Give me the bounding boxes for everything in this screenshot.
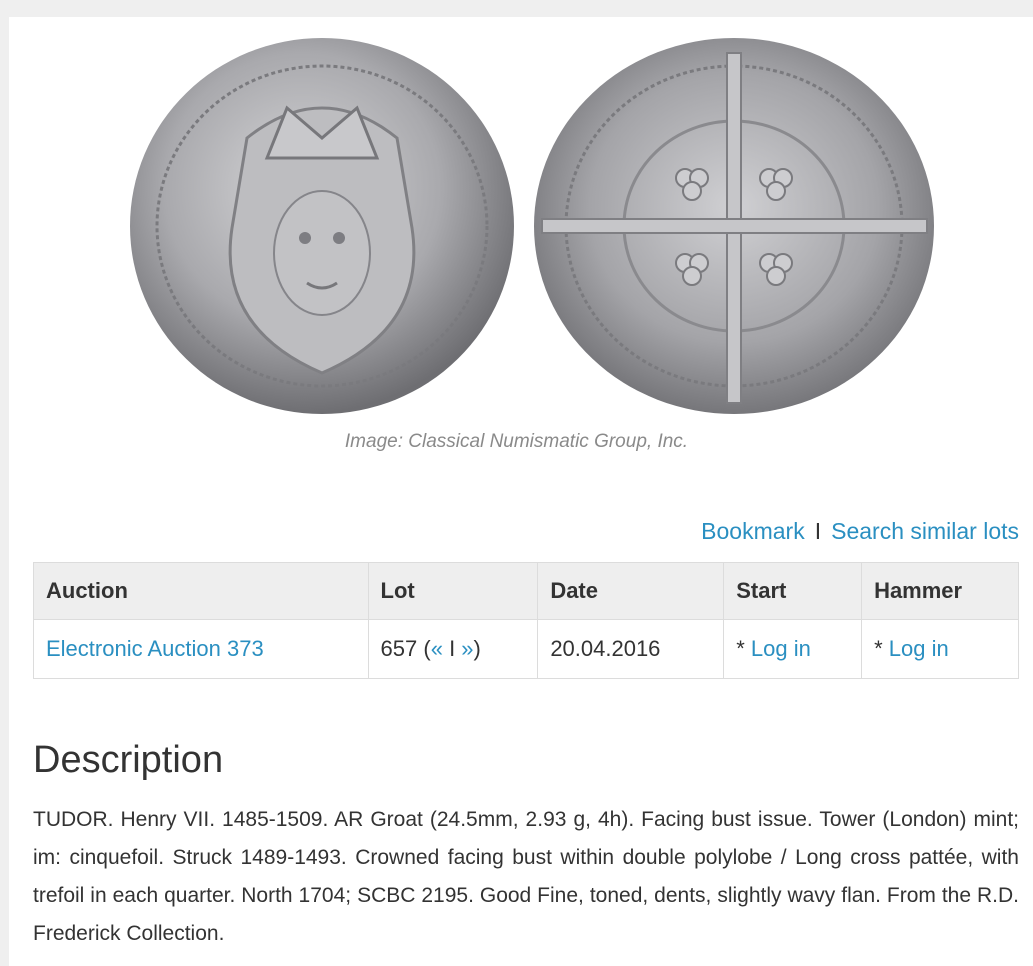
lot-number: 657 ( <box>380 636 431 661</box>
next-lot-link[interactable]: » <box>461 636 473 661</box>
actions-separator: I <box>814 518 822 544</box>
column-header-auction: Auction <box>33 562 369 620</box>
hammer-login-link[interactable]: Log in <box>889 636 949 661</box>
column-header-hammer: Hammer <box>861 562 1019 620</box>
auction-lot-table: Auction Lot Date Start Hammer Electronic… <box>33 562 1019 679</box>
description-text: TUDOR. Henry VII. 1485-1509. AR Groat (2… <box>33 808 1019 945</box>
column-header-lot: Lot <box>367 562 539 620</box>
auction-link[interactable]: Electronic Auction 373 <box>46 636 264 661</box>
coin-obverse <box>130 38 514 414</box>
coin-photo[interactable] <box>127 28 939 424</box>
description-heading: Description <box>33 739 224 781</box>
coin-reverse <box>534 38 934 414</box>
start-asterisk: * <box>736 636 751 661</box>
column-header-start: Start <box>723 562 863 620</box>
table-row: Electronic Auction 373 657 (« I ») 20.04… <box>33 619 1019 679</box>
lot-nav-separator: I <box>442 636 462 661</box>
cell-hammer: * Log in <box>861 619 1019 679</box>
bookmark-link[interactable]: Bookmark <box>701 518 805 544</box>
image-caption: Image: Classical Numismatic Group, Inc. <box>344 431 689 452</box>
previous-lot-link[interactable]: « <box>431 636 443 661</box>
table-header-row: Auction Lot Date Start Hammer <box>33 562 1019 620</box>
lot-close-paren: ) <box>473 636 481 661</box>
cell-start: * Log in <box>723 619 863 679</box>
cell-auction: Electronic Auction 373 <box>33 619 369 679</box>
cell-lot: 657 (« I ») <box>367 619 539 679</box>
column-header-date: Date <box>537 562 725 620</box>
cell-date: 20.04.2016 <box>537 619 725 679</box>
start-login-link[interactable]: Log in <box>751 636 811 661</box>
lot-actions: Bookmark I Search similar lots <box>701 518 1019 545</box>
lot-page: Image: Classical Numismatic Group, Inc. … <box>9 17 1033 966</box>
search-similar-lots-link[interactable]: Search similar lots <box>831 518 1019 544</box>
hammer-asterisk: * <box>874 636 889 661</box>
